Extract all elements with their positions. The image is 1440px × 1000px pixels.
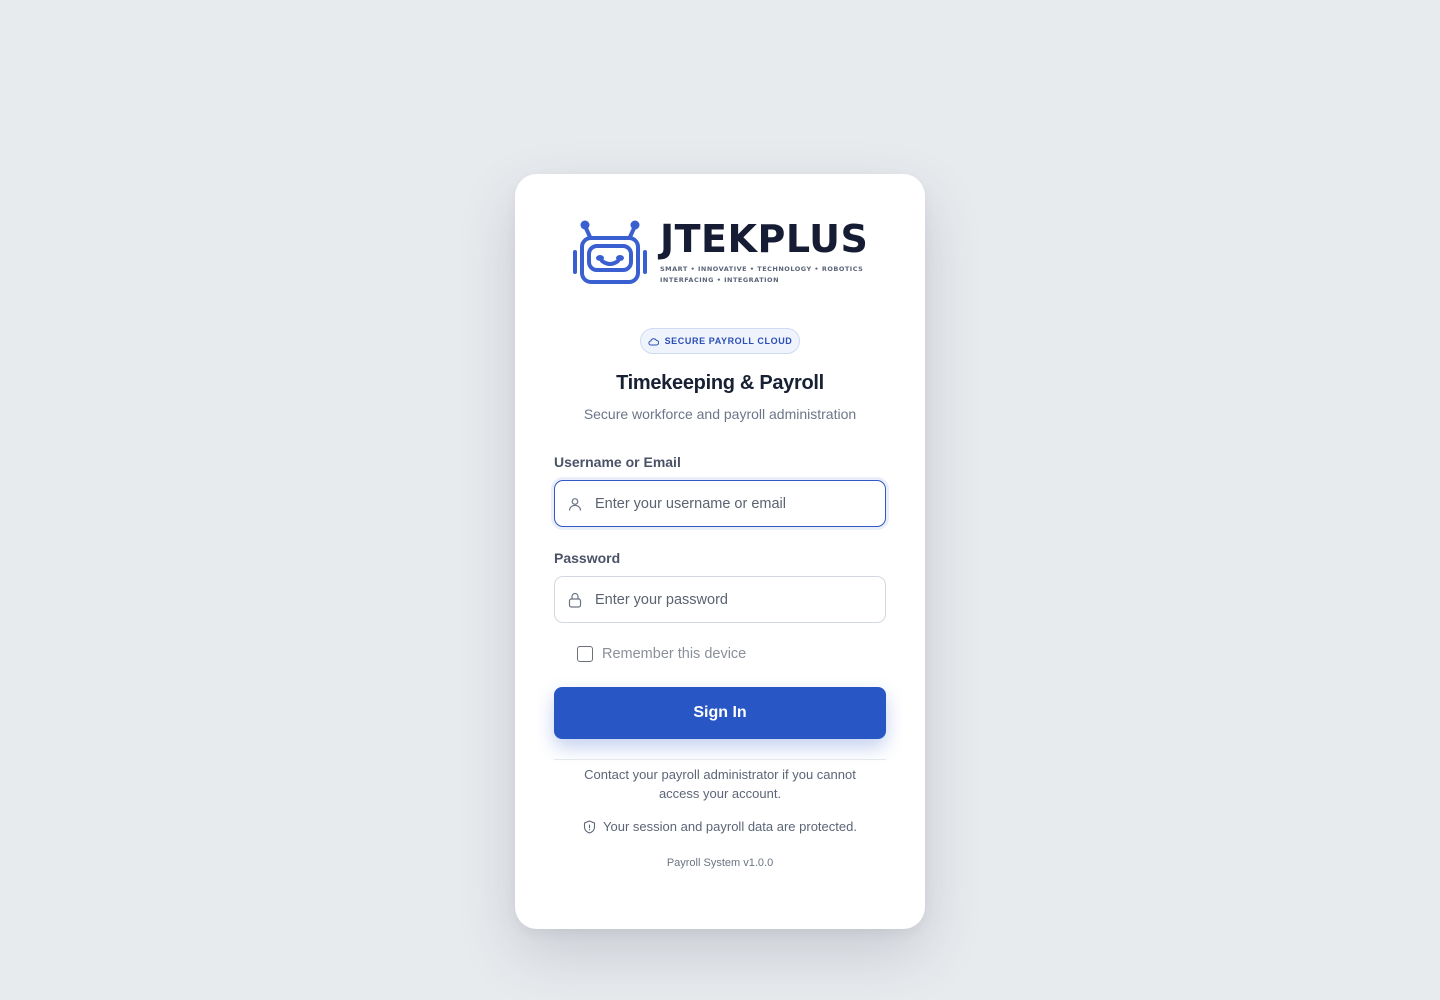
robot-logo-icon: [573, 220, 647, 284]
brand-tagline-line1: SMART • INNOVATIVE • TECHNOLOGY • ROBOTI…: [660, 265, 864, 273]
cloud-icon: [647, 337, 659, 345]
remember-device-option[interactable]: Remember this device: [577, 646, 746, 662]
password-input[interactable]: [595, 591, 875, 608]
page-subtitle: Secure workforce and payroll administrat…: [583, 406, 857, 422]
badge-label: SECURE PAYROLL CLOUD: [664, 336, 793, 346]
remember-checkbox[interactable]: [577, 646, 593, 662]
sign-in-button[interactable]: Sign In: [554, 687, 886, 739]
lock-icon: [555, 592, 595, 608]
secure-cloud-badge: SECURE PAYROLL CLOUD: [640, 328, 800, 354]
password-label: Password: [554, 550, 621, 566]
password-field[interactable]: [554, 576, 886, 623]
remember-label: Remember this device: [602, 646, 747, 662]
page-title: Timekeeping & Payroll: [616, 372, 824, 394]
version-label: Payroll System v1.0.0: [666, 857, 774, 869]
user-icon: [555, 497, 595, 511]
shield-icon: [583, 819, 596, 834]
brand-wordmark: JTEKPLUS: [660, 217, 869, 261]
protection-notice: Your session and payroll data are protec…: [515, 819, 925, 834]
divider: [554, 759, 886, 760]
brand-tagline-line2: INTERFACING • INTEGRATION: [660, 276, 780, 284]
login-card: JTEKPLUS SMART • INNOVATIVE • TECHNOLOGY…: [515, 174, 925, 929]
help-text: Contact your payroll administrator if yo…: [584, 767, 856, 801]
username-input[interactable]: [595, 495, 875, 512]
protection-text: Your session and payroll data are protec…: [603, 819, 857, 834]
username-field[interactable]: [554, 480, 886, 527]
brand-logo: JTEKPLUS SMART • INNOVATIVE • TECHNOLOGY…: [572, 218, 872, 288]
username-label: Username or Email: [554, 454, 681, 470]
